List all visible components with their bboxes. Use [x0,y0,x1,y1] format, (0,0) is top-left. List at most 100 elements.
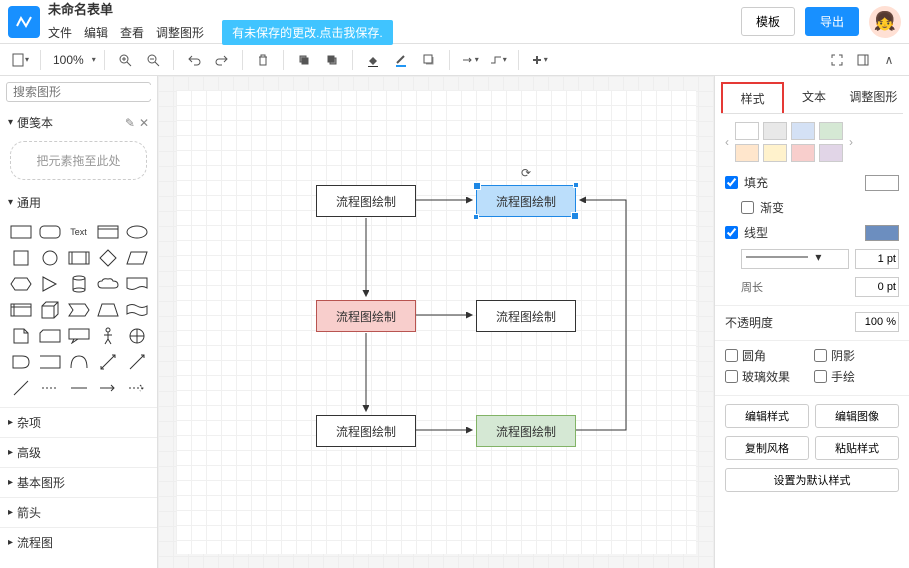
shape-arrow[interactable] [124,351,149,373]
fullscreen-button[interactable] [825,48,849,72]
section-flowchart[interactable]: 流程图 [0,527,157,557]
fill-checkbox[interactable] [725,176,738,189]
shape-parallelogram[interactable] [124,247,149,269]
swatch[interactable] [791,144,815,162]
shape-circle[interactable] [37,247,62,269]
edit-style-button[interactable]: 编辑样式 [725,404,809,428]
shape-triangle[interactable] [37,273,62,295]
section-advanced[interactable]: 高级 [0,437,157,467]
pencil-icon[interactable]: ✎ [125,116,135,130]
user-avatar[interactable]: 👧 [869,6,901,38]
to-front-button[interactable] [292,48,316,72]
shape-text[interactable]: Text [66,221,91,243]
shape-trapezoid[interactable] [95,299,120,321]
swatch[interactable] [763,122,787,140]
set-default-button[interactable]: 设置为默认样式 [725,468,899,492]
menu-view[interactable]: 查看 [120,24,144,41]
shape-note[interactable] [8,325,33,347]
collapse-icon[interactable]: ∧ [877,48,901,72]
shape-ellipse[interactable] [124,221,149,243]
shape-document[interactable] [124,273,149,295]
shape-cloud[interactable] [95,273,120,295]
swatch-next-icon[interactable]: › [847,135,855,149]
rounded-checkbox[interactable] [725,349,738,362]
shape-diamond[interactable] [95,247,120,269]
flowchart-node[interactable]: 流程图绘制 [316,415,416,447]
shape-link2[interactable] [66,377,91,399]
shape-dashed-link[interactable] [37,377,62,399]
flowchart-node[interactable]: 流程图绘制 [476,415,576,447]
gradient-checkbox[interactable] [741,201,754,214]
tab-adjust[interactable]: 调整图形 [844,82,903,113]
shadow-button[interactable] [417,48,441,72]
waypoint-button[interactable]: ▾ [486,48,510,72]
swatch[interactable] [735,144,759,162]
swatch[interactable] [819,122,843,140]
section-arrows[interactable]: 箭头 [0,497,157,527]
swatch-prev-icon[interactable]: ‹ [723,135,731,149]
shape-card[interactable] [37,325,62,347]
flowchart-node[interactable]: 流程图绘制 [316,300,416,332]
section-basic[interactable]: 基本图形 [0,467,157,497]
format-panel-button[interactable] [851,48,875,72]
flowchart-node[interactable]: 流程图绘制 [476,300,576,332]
swatch[interactable] [735,122,759,140]
shape-link-dashed-arrow[interactable] [124,377,149,399]
shape-tape[interactable] [124,299,149,321]
redo-button[interactable] [210,48,234,72]
opacity-input[interactable] [855,312,899,332]
fill-color[interactable] [865,175,899,191]
section-misc[interactable]: 杂项 [0,407,157,437]
search-box[interactable]: 🔍 [6,82,151,102]
shape-callout[interactable] [66,325,91,347]
line-color[interactable] [865,225,899,241]
zoom-out-button[interactable] [141,48,165,72]
line-style-select[interactable]: ▾ [741,249,849,269]
shape-or[interactable] [124,325,149,347]
save-notice[interactable]: 有未保存的更改.点击我保存. [222,20,393,45]
export-button[interactable]: 导出 [805,7,859,36]
shape-textbox[interactable] [95,221,120,243]
shape-internal-storage[interactable] [8,299,33,321]
scratchpad-dropzone[interactable]: 把元素拖至此处 [10,141,147,180]
tab-style[interactable]: 样式 [721,82,784,113]
shadow-checkbox[interactable] [814,349,827,362]
shape-link-arrow[interactable] [95,377,120,399]
shape-square[interactable] [8,247,33,269]
shape-bidir-arrow[interactable] [95,351,120,373]
shape-process[interactable] [66,247,91,269]
flowchart-node-selected[interactable]: ⟳ 流程图绘制 [476,185,576,217]
menu-adjust[interactable]: 调整图形 [156,24,204,41]
sketch-checkbox[interactable] [814,370,827,383]
shape-data-store[interactable] [37,351,62,373]
paste-style-button[interactable]: 粘贴样式 [815,436,899,460]
shape-cube[interactable] [37,299,62,321]
swatch[interactable] [819,144,843,162]
document-title[interactable]: 未命名表单 [48,0,393,18]
shape-curve[interactable] [66,351,91,373]
connection-button[interactable]: ▾ [458,48,482,72]
menu-file[interactable]: 文件 [48,24,72,41]
tab-text[interactable]: 文本 [784,82,843,113]
shape-step[interactable] [66,299,91,321]
flowchart-node[interactable]: 流程图绘制 [316,185,416,217]
copy-style-button[interactable]: 复制风格 [725,436,809,460]
delete-button[interactable] [251,48,275,72]
shape-cylinder[interactable] [66,273,91,295]
zoom-in-button[interactable] [113,48,137,72]
edit-image-button[interactable]: 编辑图像 [815,404,899,428]
zoom-level[interactable]: 100% [49,53,88,67]
swatch[interactable] [763,144,787,162]
to-back-button[interactable] [320,48,344,72]
undo-button[interactable] [182,48,206,72]
line-color-button[interactable] [389,48,413,72]
glass-checkbox[interactable] [725,370,738,383]
shape-line[interactable] [8,377,33,399]
line-checkbox[interactable] [725,226,738,239]
shape-rounded-rect[interactable] [37,221,62,243]
insert-button[interactable]: ▾ [527,48,551,72]
close-icon[interactable]: ✕ [139,116,149,130]
shape-and[interactable] [8,351,33,373]
perimeter-input[interactable] [855,277,899,297]
swatch[interactable] [791,122,815,140]
